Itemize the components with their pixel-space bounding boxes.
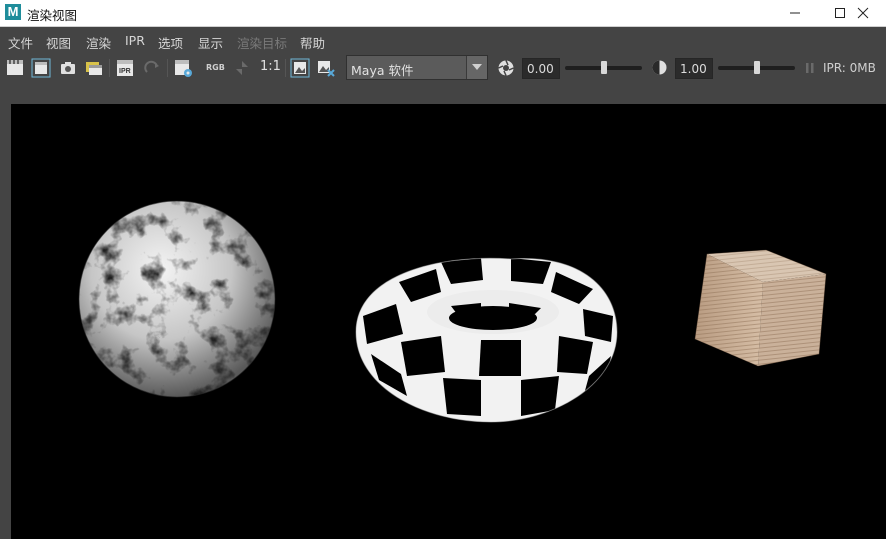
- menu-options[interactable]: 选项: [158, 33, 183, 52]
- menu-render-target[interactable]: 渲染目标: [237, 33, 287, 52]
- exposure-field[interactable]: 0.00: [522, 58, 560, 79]
- render-icon[interactable]: [5, 58, 25, 78]
- marble-sphere: [78, 200, 276, 398]
- menu-render[interactable]: 渲染: [86, 33, 111, 52]
- render-sequence-icon[interactable]: [84, 58, 104, 78]
- maya-app-icon: M: [5, 4, 21, 20]
- minimize-button[interactable]: [772, 0, 818, 26]
- real-size-button[interactable]: 1:1: [260, 59, 281, 74]
- image-display-icon[interactable]: [290, 58, 310, 78]
- rgb-channels-icon[interactable]: RGB: [206, 63, 225, 72]
- minimize-icon: [790, 12, 800, 14]
- render-settings-icon[interactable]: [173, 58, 193, 78]
- gamma-icon[interactable]: [651, 59, 668, 76]
- ipr-render-icon[interactable]: IPR: [115, 58, 135, 78]
- gamma-slider-handle[interactable]: [753, 61, 760, 74]
- gamma-field[interactable]: 1.00: [675, 58, 713, 79]
- exposure-slider-handle[interactable]: [600, 61, 607, 74]
- refresh-ipr-icon[interactable]: [142, 58, 162, 78]
- pause-icon[interactable]: [805, 62, 815, 74]
- checker-torus: [355, 257, 618, 423]
- menu-ipr[interactable]: IPR: [125, 33, 145, 48]
- toolbar-separator: [109, 59, 110, 77]
- wood-cube: [694, 249, 827, 367]
- toolbar-separator: [285, 59, 286, 77]
- menu-display[interactable]: 显示: [198, 33, 223, 52]
- window-title: 渲染视图: [27, 8, 78, 23]
- render-region-icon[interactable]: [31, 58, 51, 78]
- chevron-down-icon: [472, 64, 482, 70]
- menu-file[interactable]: 文件: [8, 33, 33, 52]
- close-button[interactable]: [840, 0, 886, 26]
- remove-image-icon[interactable]: [316, 58, 336, 78]
- snapshot-icon[interactable]: [58, 58, 78, 78]
- title-bar: M 渲染视图: [0, 0, 886, 27]
- svg-text:IPR: IPR: [119, 68, 131, 75]
- menu-bar: 文件 视图 渲染 IPR 选项 显示 渲染目标 帮助: [0, 28, 886, 53]
- dropdown-arrow: [466, 56, 487, 79]
- render-image[interactable]: [11, 104, 886, 539]
- exposure-icon[interactable]: [497, 59, 515, 77]
- menu-view[interactable]: 视图: [46, 33, 71, 52]
- ipr-memory-label: IPR: 0MB: [823, 61, 876, 75]
- alpha-icon[interactable]: [232, 58, 252, 78]
- toolbar-separator: [167, 59, 168, 77]
- menu-help[interactable]: 帮助: [300, 33, 325, 52]
- renderer-dropdown[interactable]: Maya 软件: [346, 55, 488, 80]
- renderer-label: Maya 软件: [351, 63, 414, 78]
- close-icon: [857, 7, 869, 19]
